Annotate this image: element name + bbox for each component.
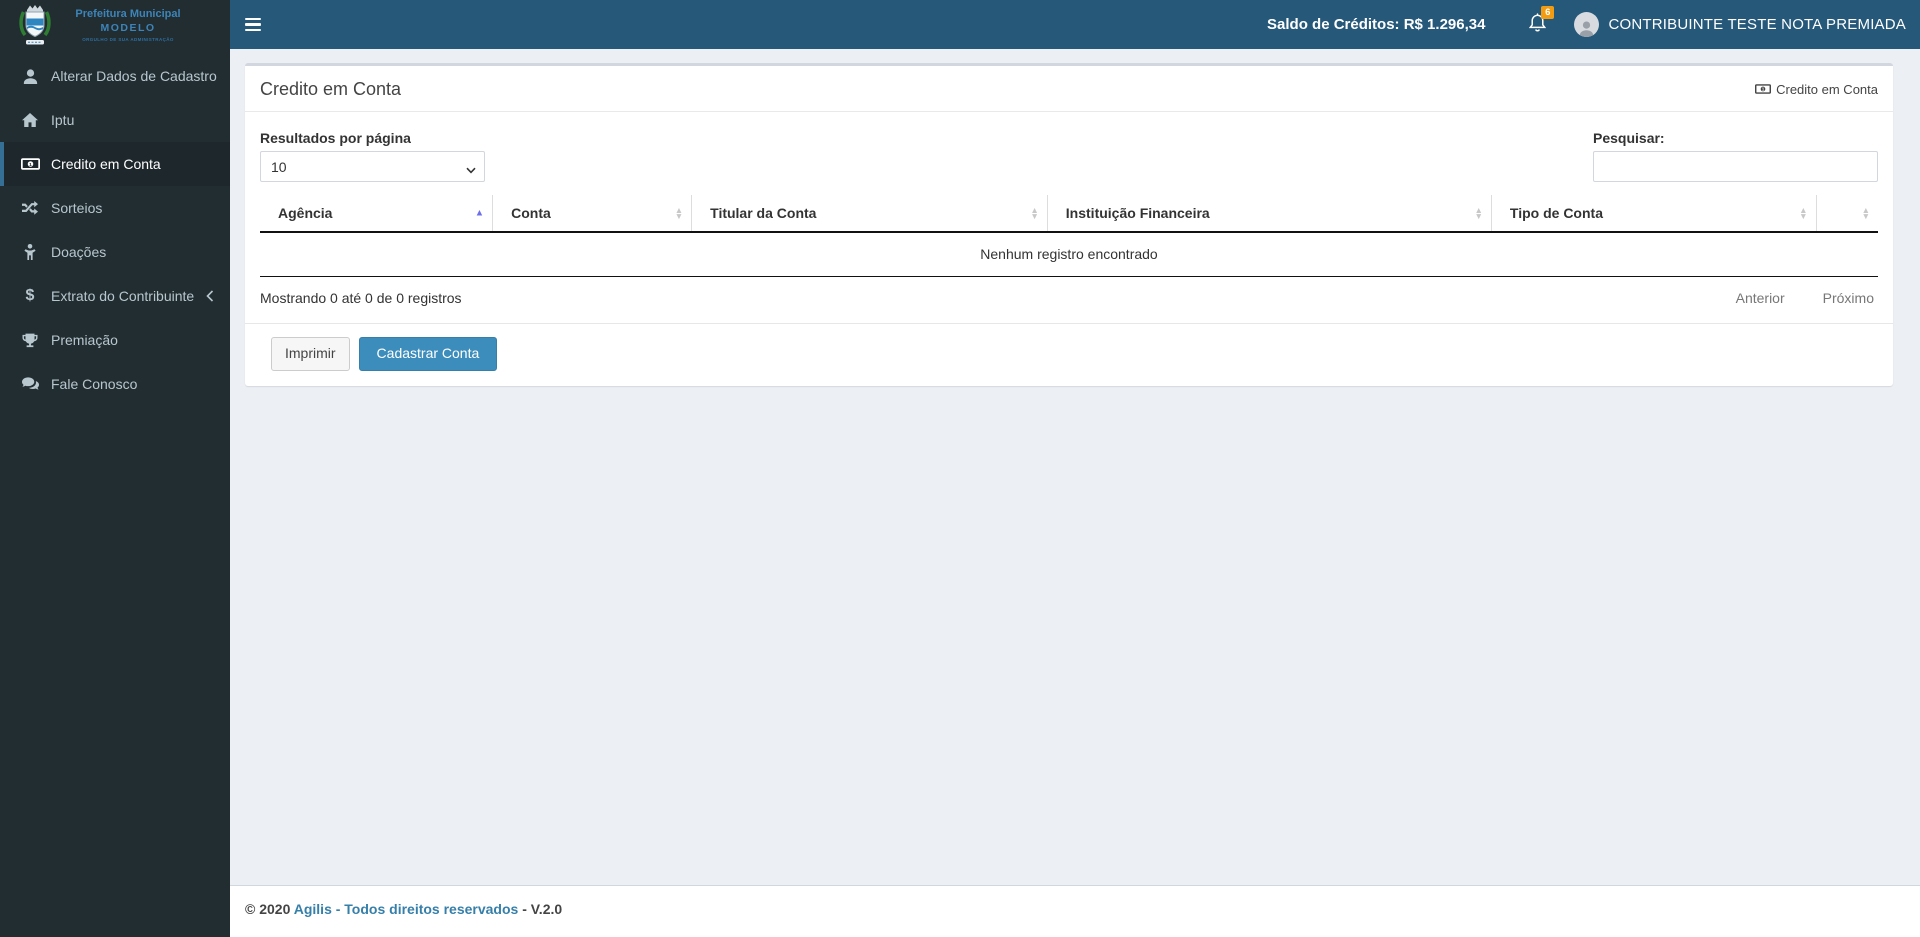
sidebar-item-label: Premiação (51, 332, 118, 348)
sidebar-item-alterar-dados[interactable]: Alterar Dados de Cadastro (0, 54, 230, 98)
table-header-row: Agência ▲ Conta ▲▼ Titular da Conta ▲▼ (260, 195, 1878, 233)
print-button[interactable]: Imprimir (271, 337, 350, 371)
version-text: - V.2.0 (518, 901, 563, 917)
sidebar-item-credito-em-conta[interactable]: 1 Credito em Conta (0, 142, 230, 186)
avatar (1574, 12, 1600, 37)
user-icon (18, 68, 42, 84)
home-icon (18, 113, 42, 127)
sidebar-item-label: Iptu (51, 112, 75, 128)
column-header-tipo-de-conta[interactable]: Tipo de Conta ▲ ▼ (1491, 195, 1817, 233)
sidebar-item-extrato-do-contribuinte[interactable]: $ Extrato do Contribuinte (0, 274, 230, 318)
content-area: Credito em Conta 1 Credito em Conta Resu… (230, 49, 1920, 885)
dollar-sign-icon: $ (25, 287, 35, 304)
logo-tagline: ORGULHO DE SUA ADMINISTRAÇÃO (82, 36, 174, 42)
child-icon (18, 244, 42, 260)
empty-table-row: Nenhum registro encontrado (260, 232, 1878, 277)
sidebar-item-label: Doações (51, 244, 107, 260)
breadcrumb: 1 Credito em Conta (1755, 82, 1878, 97)
logo-subtitle: MODELO (100, 21, 156, 34)
menu-toggle-button[interactable] (230, 0, 275, 49)
agilis-link[interactable]: Agilis - Todos direitos reservados (294, 901, 519, 917)
sidebar-item-label: Alterar Dados de Cadastro (51, 68, 217, 84)
register-account-button[interactable]: Cadastrar Conta (358, 337, 498, 371)
app-logo[interactable]: Prefeitura Municipal MODELO ORGULHO DE S… (0, 0, 230, 50)
accounts-table: Agência ▲ Conta ▲▼ Titular da Conta ▲▼ (260, 195, 1878, 277)
breadcrumb-label: Credito em Conta (1776, 82, 1878, 97)
shuffle-icon (18, 201, 42, 215)
sidebar-menu: Alterar Dados de Cadastro Iptu 1 Credito… (0, 54, 230, 406)
svg-text:1: 1 (29, 162, 32, 168)
sidebar-item-label: Credito em Conta (51, 156, 161, 172)
chevron-left-icon (206, 290, 214, 302)
sidebar-item-label: Sorteios (51, 200, 103, 216)
logo-title: Prefeitura Municipal (75, 7, 181, 20)
sort-both-icon: ▲ ▼ (674, 205, 684, 221)
money-bill-icon: 1 (1755, 82, 1772, 97)
username-label: CONTRIBUINTE TESTE NOTA PREMIADA (1608, 16, 1906, 33)
column-header-conta[interactable]: Conta ▲ ▼ (492, 195, 693, 233)
results-per-page-select[interactable]: 10 (260, 151, 485, 182)
sort-ascending-icon: ▲ (474, 207, 485, 219)
notifications-count-badge: 6 (1541, 5, 1555, 19)
sidebar-item-label: Extrato do Contribuinte (51, 288, 195, 304)
comments-icon (18, 377, 42, 391)
top-navbar: Saldo de Créditos: R$ 1.296,34 6 CONTRIB… (230, 0, 1920, 49)
sidebar-item-sorteios[interactable]: Sorteios (0, 186, 230, 230)
copyright-text: © 2020 (245, 901, 294, 917)
sidebar-item-premiacao[interactable]: Premiação (0, 318, 230, 362)
sort-both-icon: ▲ ▼ (1861, 205, 1870, 221)
table-info-label: Mostrando 0 até 0 de 0 registros (260, 290, 462, 306)
user-menu-button[interactable]: CONTRIBUINTE TESTE NOTA PREMIADA (1574, 12, 1906, 37)
sort-both-icon: ▲ ▼ (1030, 205, 1039, 221)
pagination: Anterior Próximo (1736, 290, 1878, 306)
sidebar: Prefeitura Municipal MODELO ORGULHO DE S… (0, 0, 230, 937)
column-header-agencia[interactable]: Agência ▲ (260, 195, 494, 233)
search-label: Pesquisar: (1593, 130, 1665, 146)
trophy-icon (18, 333, 42, 348)
panel-body: Resultados por página 10 Pesquisar: Agên… (245, 112, 1893, 306)
city-crest-logo (19, 5, 51, 45)
sidebar-item-doacoes[interactable]: Doações (0, 230, 230, 274)
sidebar-item-iptu[interactable]: Iptu (0, 98, 230, 142)
results-per-page-label: Resultados por página (260, 130, 411, 146)
sort-both-icon: ▲ ▼ (1474, 205, 1483, 221)
sort-both-icon: ▲ ▼ (1799, 205, 1808, 221)
empty-message: Nenhum registro encontrado (260, 232, 1878, 277)
page-title: Credito em Conta (260, 79, 402, 99)
money-bill-icon: 1 (18, 158, 42, 170)
column-header-actions[interactable]: ▲ ▼ (1816, 195, 1878, 233)
column-header-instituicao-financeira[interactable]: Instituição Financeira ▲ ▼ (1047, 195, 1492, 233)
panel-header: Credito em Conta 1 Credito em Conta (245, 66, 1893, 112)
credit-balance-label: Saldo de Créditos: R$ 1.296,34 (1267, 16, 1486, 33)
pagination-previous-button[interactable]: Anterior (1736, 290, 1785, 306)
sidebar-item-fale-conosco[interactable]: Fale Conosco (0, 362, 230, 406)
panel-footer: Imprimir Cadastrar Conta (245, 323, 1893, 386)
pagination-next-button[interactable]: Próximo (1823, 290, 1874, 306)
column-header-titular-da-conta[interactable]: Titular da Conta ▲ ▼ (691, 195, 1048, 233)
notifications-button[interactable]: 6 (1529, 5, 1555, 37)
search-input[interactable] (1593, 151, 1878, 182)
page-footer: © 2020 Agilis - Todos direitos reservado… (230, 885, 1920, 937)
sidebar-item-label: Fale Conosco (51, 376, 138, 392)
credito-em-conta-panel: Credito em Conta 1 Credito em Conta Resu… (245, 63, 1893, 386)
